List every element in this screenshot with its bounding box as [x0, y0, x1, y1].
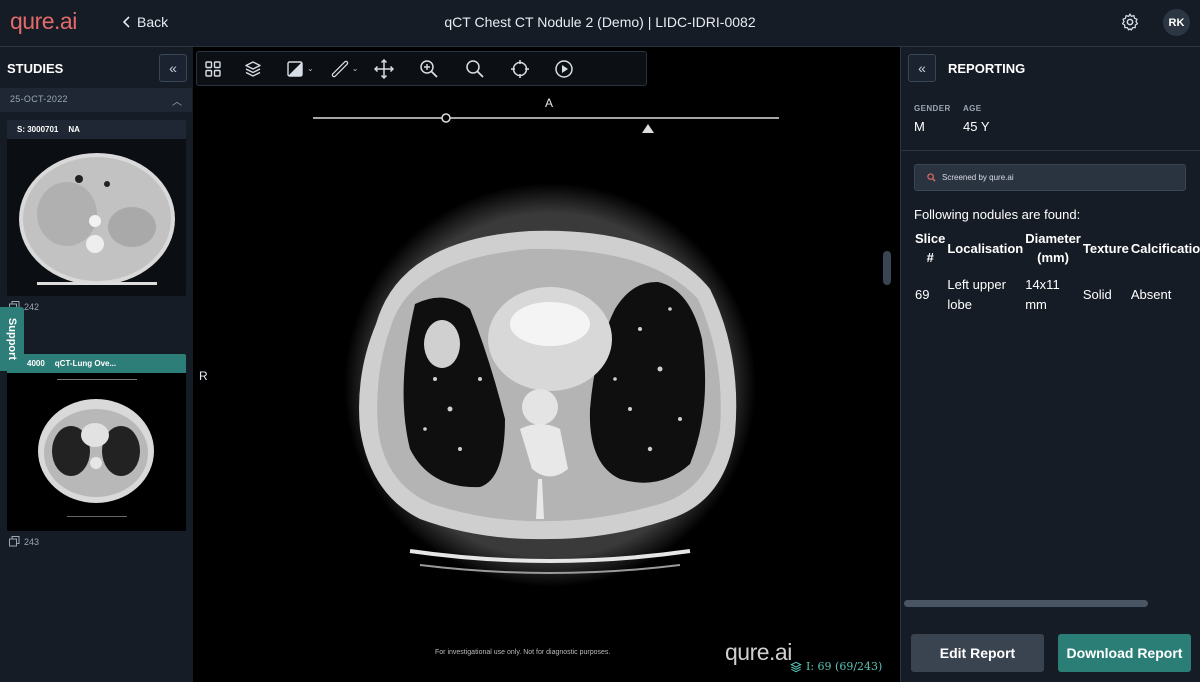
stack-icon	[9, 536, 20, 547]
ruler-icon	[331, 60, 348, 77]
slice-info-text: I: 69 (69/243)	[806, 660, 883, 673]
cell-diameter: 14x11 mm	[1025, 277, 1060, 312]
series-id: 4000	[27, 359, 45, 368]
nodules-found-text: Following nodules are found:	[914, 207, 1081, 222]
series-card-header: S: 3000701 NA	[7, 120, 186, 139]
crosshair-icon	[511, 59, 530, 78]
layers-icon	[790, 661, 802, 672]
series-count: 242	[24, 301, 40, 312]
column-header-texture: Texture	[1082, 240, 1129, 256]
zoom-in-icon	[420, 59, 439, 78]
series-desc: NA	[68, 125, 80, 134]
screened-by-banner: Screened by qure.ai	[914, 164, 1186, 191]
support-tab[interactable]: Support	[0, 307, 24, 371]
collapse-reporting-button[interactable]: «	[908, 54, 936, 82]
series-card-header: 4000 qCT-Lung Ove...	[7, 354, 186, 373]
pan-button[interactable]	[368, 53, 400, 85]
age-value: 45 Y	[963, 119, 990, 134]
reporting-panel: « REPORTING GENDER M AGE 45 Y Screened b…	[900, 47, 1200, 682]
qure-watermark: qure.ai	[725, 639, 792, 665]
investigational-disclaimer: For investigational use only. Not for di…	[435, 649, 611, 656]
zoom-in-button[interactable]	[413, 53, 445, 85]
cell-slice: 69	[915, 287, 930, 302]
series-count: 243	[24, 536, 40, 547]
study-date: 25-OCT-2022	[10, 94, 68, 104]
download-report-button[interactable]: Download Report	[1058, 634, 1191, 672]
column-header-diameter: Diameter (mm)	[1025, 231, 1081, 265]
studies-title: STUDIES	[7, 61, 64, 76]
top-bar: qure.ai Back qCT Chest CT Nodule 2 (Demo…	[0, 0, 1200, 47]
column-header-slice: Slice #	[915, 231, 946, 265]
user-avatar[interactable]: RK	[1163, 9, 1190, 36]
chevron-down-icon[interactable]: ⌄	[307, 64, 314, 73]
series-card-1[interactable]: S: 3000701 NA	[7, 120, 186, 296]
cell-calcification: Absent	[1130, 287, 1172, 302]
play-icon	[555, 59, 574, 78]
cell-texture: Solid	[1082, 287, 1112, 302]
orientation-left-marker: R	[199, 369, 208, 383]
contrast-icon	[287, 60, 303, 77]
gender-label: GENDER	[914, 104, 951, 113]
cell-localisation: Left upper lobe	[947, 277, 1006, 312]
chevron-down-icon[interactable]: ⌄	[352, 64, 359, 73]
report-horizontal-scrollbar[interactable]	[904, 600, 1148, 607]
settings-button[interactable]	[1120, 12, 1140, 32]
series-image-count: 243	[9, 536, 39, 547]
edit-report-button[interactable]: Edit Report	[911, 634, 1044, 672]
series-desc: qCT-Lung Ove...	[54, 359, 117, 368]
grid-layout-icon	[205, 60, 221, 77]
viewer-toolbar: ⌄ ⌄	[196, 51, 647, 86]
series-card-2[interactable]: 4000 qCT-Lung Ove...	[7, 354, 186, 531]
gender-value: M	[914, 119, 925, 134]
search-icon	[466, 59, 485, 78]
divider	[901, 150, 1200, 151]
gear-icon	[1121, 13, 1139, 31]
column-header-calcification: Calcification	[1130, 240, 1200, 256]
layout-button[interactable]	[197, 53, 229, 85]
ct-scan-image[interactable]	[340, 179, 760, 591]
studies-panel: STUDIES « 25-OCT-2022 ︿ S: 3000701 NA 24…	[0, 47, 192, 682]
page-title: qCT Chest CT Nodule 2 (Demo) | LIDC-IDRI…	[444, 14, 756, 30]
screened-text: Screened by qure.ai	[942, 173, 1014, 182]
double-chevron-left-icon: «	[169, 60, 177, 76]
image-viewer[interactable]: ⌄ ⌄ A R For investigational use only. No…	[193, 47, 900, 682]
reference-scale-bar[interactable]	[311, 109, 783, 137]
chevron-up-icon: ︿	[172, 97, 182, 108]
double-chevron-left-icon: «	[918, 60, 926, 76]
table-row[interactable]: 69 Left upper lobe 14x11 mm Solid Absent	[914, 267, 1200, 315]
series-thumbnail	[7, 373, 186, 531]
search-icon	[927, 173, 936, 182]
orientation-top-marker: A	[545, 96, 554, 110]
slice-indicator: I: 69 (69/243)	[790, 660, 882, 673]
layers-icon	[245, 60, 261, 77]
pan-icon	[374, 58, 395, 79]
column-header-localisation: Localisation	[947, 240, 1024, 256]
series-id: S: 3000701	[17, 125, 59, 134]
layers-button[interactable]	[237, 53, 269, 85]
zoom-button[interactable]	[459, 53, 491, 85]
table-header-row: Slice # Localisation Diameter (mm) Textu…	[914, 229, 1200, 267]
crosshair-button[interactable]	[504, 53, 536, 85]
age-label: AGE	[963, 104, 982, 113]
viewer-vertical-scrollbar[interactable]	[883, 251, 891, 285]
collapse-studies-button[interactable]: «	[159, 54, 187, 82]
cine-play-button[interactable]	[548, 53, 580, 85]
study-date-row[interactable]: 25-OCT-2022 ︿	[0, 88, 192, 112]
nodules-table: Slice # Localisation Diameter (mm) Textu…	[914, 229, 1200, 315]
support-label: Support	[6, 317, 19, 361]
reporting-title: REPORTING	[948, 61, 1026, 76]
series-thumbnail	[7, 139, 186, 296]
